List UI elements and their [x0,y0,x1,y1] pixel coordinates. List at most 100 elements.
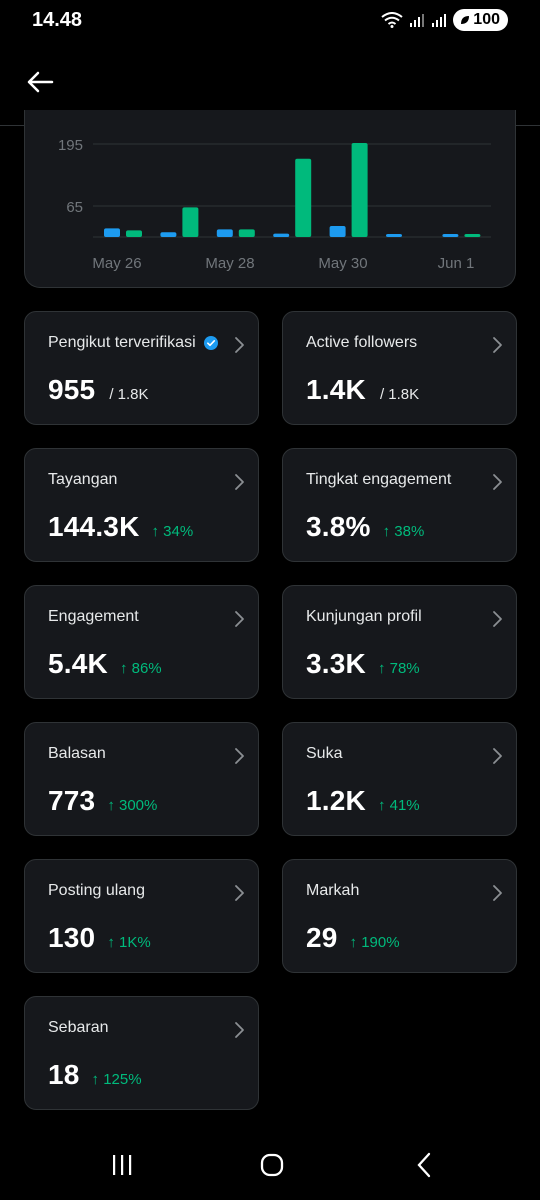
chart-bar [386,234,402,237]
metric-tile[interactable]: Active followers 1.4K / 1.8K [282,311,517,425]
chevron-right-icon [493,611,502,627]
metric-label-row: Sebaran [48,1019,109,1037]
chart-bar [442,234,459,237]
metric-label-row: Kunjungan profil [306,608,422,626]
metric-label-row: Balasan [48,745,106,763]
battery-level: 100 [473,11,500,28]
metric-label-row: Tayangan [48,471,117,489]
metric-tile[interactable]: Kunjungan profil 3.3K ↑ 78% [282,585,517,699]
metric-change: ↑ 190% [349,934,400,951]
chart-bar [126,230,142,237]
x-tick-label: May 30 [318,255,367,272]
home-button[interactable] [252,1150,292,1180]
metric-label: Kunjungan profil [306,608,422,625]
x-tick-label: Jun 1 [438,255,475,272]
metric-value-row: 3.8% ↑ 38% [306,511,424,543]
metric-label: Suka [306,745,343,762]
metric-label-row: Active followers [306,334,417,352]
metric-tile[interactable]: Tayangan 144.3K ↑ 34% [24,448,259,562]
metric-value: 3.8% [306,511,371,542]
metric-value: 955 [48,374,96,405]
chart-bar [295,158,312,237]
metric-value-row: 1.2K ↑ 41% [306,785,420,817]
metric-total: / 1.8K [109,386,149,403]
chart-bar [273,233,290,237]
metric-label-row: Posting ulang [48,882,145,900]
metric-value-row: 130 ↑ 1K% [48,922,151,954]
metric-value-row: 3.3K ↑ 78% [306,648,420,680]
metric-tile[interactable]: Pengikut terverifikasi 955 / 1.8K [24,311,259,425]
x-tick-label: May 28 [205,255,254,272]
battery-saver-icon [461,16,470,24]
metric-label: Active followers [306,334,418,351]
chart-bar [216,229,233,237]
chevron-right-icon [493,885,502,901]
metric-total: / 1.8K [379,386,420,403]
x-tick-label: May 26 [92,255,141,272]
metric-value: 29 [306,922,338,953]
metric-value-row: 773 ↑ 300% [48,785,157,817]
metric-label-row: Markah [306,882,359,900]
y-tick-label: 195 [58,137,83,154]
metric-value: 773 [48,785,96,816]
daily-chart-card: 65 195 May 26 May 28 May 30 Jun 1 [24,110,516,288]
metric-change: ↑ 86% [119,660,162,677]
chart-bar [351,143,368,237]
metric-change: ↑ 34% [151,523,194,540]
metric-value: 3.3K [306,648,366,679]
metric-change: ↑ 1K% [107,934,151,951]
metric-value: 5.4K [48,648,108,679]
back-button[interactable] [22,64,58,100]
status-icons: 100 [381,9,508,31]
metric-value-row: 18 ↑ 125% [48,1059,142,1091]
chart-bar [182,207,199,237]
metric-label: Posting ulang [48,882,145,899]
metric-value: 18 [48,1059,80,1090]
arrow-left-icon [27,71,54,93]
metric-label: Sebaran [48,1019,109,1036]
chart-bar [104,228,120,237]
metric-tile[interactable]: Suka 1.2K ↑ 41% [282,722,517,836]
battery-indicator: 100 [453,9,508,31]
chevron-right-icon [493,748,502,764]
metric-value: 130 [48,922,96,953]
nav-back-button[interactable] [404,1150,444,1180]
metric-label-row: Suka [306,745,342,763]
recents-icon [113,1155,132,1175]
chevron-right-icon [235,611,244,627]
metric-change: ↑ 78% [377,660,420,677]
chart-bar [238,229,255,237]
metric-label-row: Tingkat engagement [306,471,451,489]
signal-icon-1 [410,14,425,27]
home-icon [260,1153,284,1177]
metric-change: ↑ 125% [91,1071,142,1088]
metric-value: 1.2K [306,785,366,816]
metric-tile[interactable]: Tingkat engagement 3.8% ↑ 38% [282,448,517,562]
metric-label: Tingkat engagement [306,471,452,488]
metric-tile[interactable]: Markah 29 ↑ 190% [282,859,517,973]
metric-tile[interactable]: Sebaran 18 ↑ 125% [24,996,259,1110]
metric-value-row: 29 ↑ 190% [306,922,400,954]
metric-label-row: Pengikut terverifikasi [48,334,218,352]
verified-badge-icon [203,336,218,350]
y-tick-label: 65 [66,199,83,216]
metric-label: Tayangan [48,471,118,488]
metric-tile[interactable]: Posting ulang 130 ↑ 1K% [24,859,259,973]
chart-bar [329,226,346,237]
metric-tile[interactable]: Engagement 5.4K ↑ 86% [24,585,259,699]
status-time: 14.48 [32,9,83,31]
metric-value-row: 1.4K / 1.8K [306,374,419,406]
chevron-right-icon [493,474,502,490]
metric-change: ↑ 300% [107,797,158,814]
chart-bar [160,232,177,237]
back-icon [417,1152,431,1178]
metric-change: ↑ 38% [382,523,425,540]
bar-chart: 65 195 May 26 May 28 May 30 Jun 1 [58,137,491,272]
metric-value: 1.4K [306,374,366,405]
signal-icon-2 [432,14,447,27]
chevron-right-icon [235,748,244,764]
recents-button[interactable] [102,1150,142,1180]
chevron-right-icon [235,885,244,901]
metric-tile[interactable]: Balasan 773 ↑ 300% [24,722,259,836]
chevron-right-icon [235,1022,244,1038]
